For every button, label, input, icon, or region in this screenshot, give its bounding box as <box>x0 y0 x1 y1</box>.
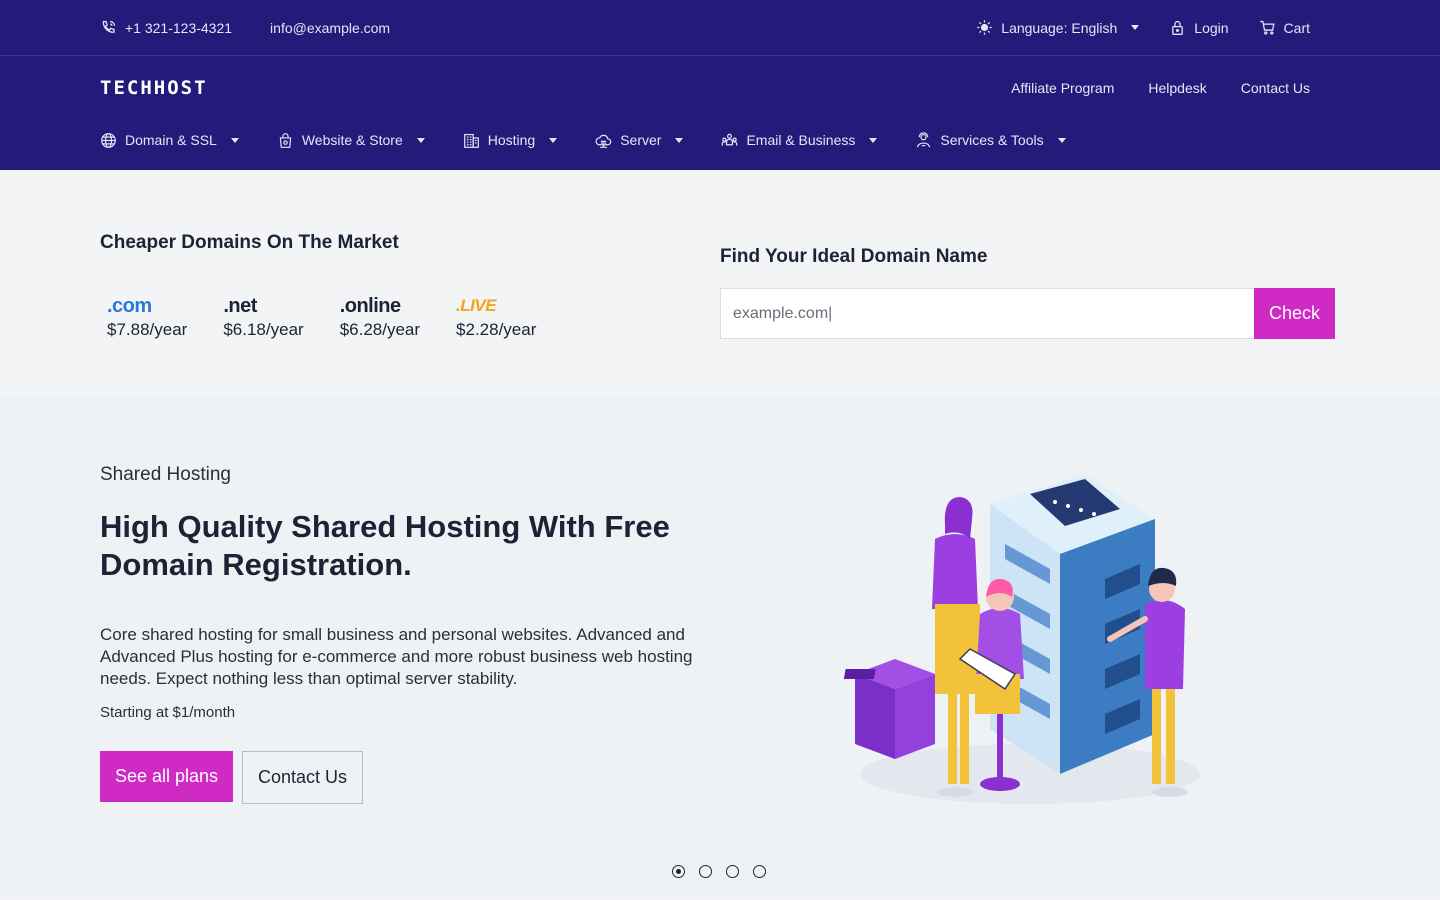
hero-title: High Quality Shared Hosting With Free Do… <box>100 509 670 582</box>
tld-name: .online <box>339 295 401 317</box>
main-header: TECHHOST Affiliate Program Helpdesk Cont… <box>0 56 1440 170</box>
tld-price: $6.28/year <box>339 320 421 339</box>
cloud-server-icon <box>595 134 612 148</box>
team-icon <box>722 133 738 146</box>
contact-us-button[interactable]: Contact Us <box>242 751 363 804</box>
login-label: Login <box>1194 19 1229 36</box>
tld-price: $2.28/year <box>456 320 537 339</box>
cart-label: Cart <box>1283 19 1310 36</box>
nav-domain-ssl[interactable]: Domain & SSL <box>100 132 239 149</box>
hero-eyebrow: Shared Hosting <box>100 464 231 485</box>
nav-website-store[interactable]: Website & Store <box>277 132 425 149</box>
building-icon <box>463 133 479 148</box>
globe-icon <box>101 132 116 148</box>
top-bar: +1 321-123-4321 info@example.com Languag… <box>0 0 1440 56</box>
chevron-down-icon <box>869 137 878 143</box>
server-illustration <box>843 474 1200 804</box>
helpdesk-link[interactable]: Helpdesk <box>1148 80 1206 96</box>
nav-label: Website & Store <box>301 132 403 148</box>
phone-number: +1 321-123-4321 <box>125 19 233 36</box>
support-agent-icon <box>917 131 931 147</box>
carousel-dot-4[interactable] <box>753 865 766 878</box>
lock-icon <box>1172 20 1184 35</box>
main-nav: Domain & SSL Website & Store Hosting Ser… <box>100 120 1310 160</box>
nav-label: Email & Business <box>746 132 856 148</box>
search-title: Find Your Ideal Domain Name <box>720 246 988 267</box>
tld-name: .com <box>107 295 152 317</box>
phone-link[interactable]: +1 321-123-4321 <box>100 19 232 36</box>
domain-search-input[interactable] <box>720 288 1254 339</box>
chevron-down-icon <box>549 137 558 143</box>
carousel-dot-3[interactable] <box>726 865 739 878</box>
domain-strip: Cheaper Domains On The Market .com $7.88… <box>0 170 1440 394</box>
shopping-bag-icon <box>279 132 292 148</box>
nav-label: Hosting <box>487 132 536 148</box>
login-link[interactable]: Login <box>1169 19 1229 36</box>
domain-search-form: Check <box>720 288 1335 339</box>
chevron-down-icon <box>675 137 684 143</box>
tld-name: .LIVE <box>456 296 497 315</box>
affiliate-program-link[interactable]: Affiliate Program <box>1011 80 1114 96</box>
nav-services-tools[interactable]: Services & Tools <box>915 131 1066 149</box>
tld-price: $7.88/year <box>107 320 188 339</box>
phone-icon <box>102 20 116 33</box>
nav-server[interactable]: Server <box>595 132 684 149</box>
chevron-down-icon <box>416 137 425 143</box>
carousel-dot-2[interactable] <box>699 865 712 878</box>
tld-net[interactable]: .net $6.18/year <box>216 294 303 340</box>
tld-list: .com $7.88/year .net $6.18/year .online … <box>100 294 720 340</box>
nav-email-business[interactable]: Email & Business <box>721 132 878 149</box>
nav-label: Services & Tools <box>940 132 1044 148</box>
nav-label: Domain & SSL <box>125 132 217 148</box>
tld-online[interactable]: .online $6.28/year <box>333 294 420 340</box>
chevron-down-icon <box>1131 25 1140 30</box>
nav-label: Server <box>620 132 662 148</box>
site-logo[interactable]: TECHHOST <box>100 77 208 99</box>
contact-us-link[interactable]: Contact Us <box>1241 80 1310 96</box>
language-label: Language: English <box>1001 19 1118 36</box>
cart-icon <box>1259 20 1275 35</box>
hero-section: Shared Hosting High Quality Shared Hosti… <box>0 394 1440 894</box>
language-dropdown[interactable]: Language: English <box>976 19 1140 36</box>
hero-price: Starting at $1/month <box>100 704 236 721</box>
tld-live[interactable]: .LIVE $2.28/year <box>449 294 536 340</box>
nav-hosting[interactable]: Hosting <box>463 132 558 149</box>
tld-price: $6.18/year <box>223 320 304 339</box>
chevron-down-icon <box>1057 137 1066 143</box>
carousel-dots <box>672 865 766 878</box>
tld-com[interactable]: .com $7.88/year <box>100 294 187 340</box>
tld-name: .net <box>223 295 257 317</box>
cart-link[interactable]: Cart <box>1259 19 1310 36</box>
carousel-dot-1[interactable] <box>672 865 685 878</box>
sun-icon <box>977 20 993 35</box>
check-button[interactable]: Check <box>1254 288 1335 339</box>
chevron-down-icon <box>230 137 239 143</box>
hero-description: Core shared hosting for small business a… <box>100 625 693 688</box>
utility-links: Affiliate Program Helpdesk Contact Us <box>1011 80 1310 96</box>
see-all-plans-button[interactable]: See all plans <box>100 751 233 802</box>
email-address: info@example.com <box>270 19 391 36</box>
email-link[interactable]: info@example.com <box>270 20 390 36</box>
domains-title: Cheaper Domains On The Market <box>100 232 399 253</box>
